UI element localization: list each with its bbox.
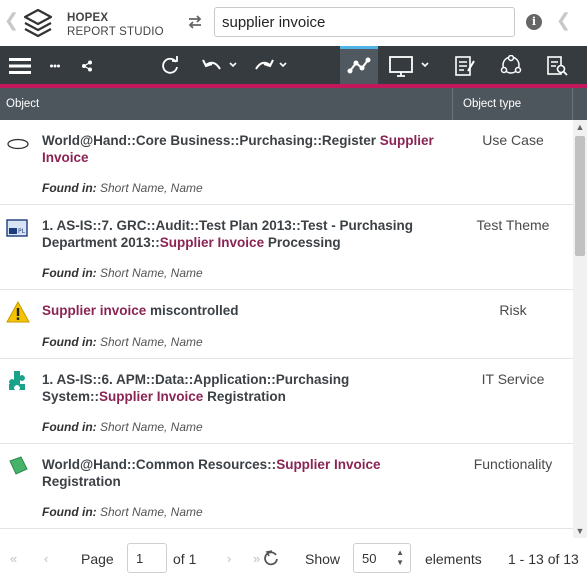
range-label: 1 - 13 of 13 [508,551,579,567]
page-size-value: 50 [362,551,377,566]
item-type: Test Theme [476,217,550,233]
item-type: Risk [499,302,527,318]
page-label: Page [81,551,114,567]
pagination-bar: « ‹ Page 1 of 1 › » Show 50 ▲ ▼ elements … [0,538,587,577]
network-icon[interactable] [494,46,528,86]
show-label: Show [305,551,341,567]
functionality-icon [9,456,28,475]
item-title[interactable]: World@Hand::Core Business::Purchasing::R… [42,132,442,166]
display-icon[interactable] [384,46,434,86]
prev-page-icon[interactable]: ‹ [44,551,48,566]
page-size-select[interactable]: 50 ▲ ▼ [353,543,411,573]
it-service-icon [9,371,25,390]
last-page-icon[interactable]: » [253,551,260,566]
found-in: Found in: Short Name, Name [42,505,203,519]
svg-text:PL: PL [18,228,26,235]
item-title[interactable]: 1. AS-IS::7. GRC::Audit::Test Plan 2013:… [42,217,442,251]
next-page-icon[interactable]: › [227,551,231,566]
list-item[interactable]: 1. AS-IS::6. APM::Data::Application::Pur… [0,359,573,444]
forward-nav-arrow[interactable]: ❮ [556,10,571,31]
column-separator[interactable] [572,88,573,120]
column-object-type[interactable]: Object type [463,98,521,110]
found-in: Found in: Short Name, Name [42,266,203,280]
elements-label: elements [425,551,482,567]
item-type: IT Service [481,371,545,387]
item-type: Use Case [482,132,544,148]
swap-icon[interactable] [186,13,204,31]
list-item[interactable]: World@Hand::Common Resources::Supplier I… [0,444,573,529]
app-header: ❮ HOPEX REPORT STUDIO i ❮ [0,0,587,46]
more-icon[interactable] [44,46,66,86]
list-item[interactable]: Supplier invoice miscontrolled Risk Foun… [0,290,573,359]
item-title[interactable]: World@Hand::Common Resources::Supplier I… [42,456,442,490]
found-in: Found in: Short Name, Name [42,181,203,195]
column-header: Object Object type [0,88,587,120]
found-in: Found in: Short Name, Name [42,420,203,434]
info-icon[interactable]: i [526,14,542,30]
list-item[interactable]: PL 1. AS-IS::7. GRC::Audit::Test Plan 20… [0,205,573,290]
report-icon[interactable] [448,46,482,86]
page-number-input[interactable]: 1 [127,543,167,573]
risk-icon [6,301,30,323]
column-separator[interactable] [452,88,453,120]
document-search-icon[interactable] [540,46,574,86]
brand-name: HOPEX REPORT STUDIO [67,11,164,39]
search-input[interactable] [214,7,515,37]
vertical-scrollbar[interactable]: ▲ ▼ [573,120,587,538]
scroll-thumb[interactable] [575,136,585,256]
toolbar [0,46,587,86]
item-title[interactable]: 1. AS-IS::6. APM::Data::Application::Pur… [42,371,442,405]
brand-line1: HOPEX [67,12,109,24]
undo-icon[interactable] [198,46,242,86]
first-page-icon[interactable]: « [10,551,17,566]
page-count: of 1 [173,551,197,567]
brand-line2: REPORT STUDIO [67,26,164,38]
back-nav-arrow[interactable]: ❮ [4,10,19,31]
item-title[interactable]: Supplier invoice miscontrolled [42,302,442,319]
stepper-arrows-icon[interactable]: ▲ ▼ [396,548,404,568]
scroll-up-arrow[interactable]: ▲ [573,122,587,132]
column-object[interactable]: Object [6,98,39,110]
test-theme-icon: PL [6,219,28,237]
item-type: Functionality [473,456,553,472]
list-item[interactable]: World@Hand::Core Business::Purchasing::R… [0,120,573,205]
reload-icon[interactable] [263,550,279,566]
graph-icon[interactable] [340,46,378,86]
share-icon[interactable] [76,46,98,86]
results-list: World@Hand::Core Business::Purchasing::R… [0,120,573,530]
hopex-logo [23,8,53,38]
menu-icon[interactable] [4,46,36,86]
use-case-icon [7,138,29,150]
redo-icon[interactable] [248,46,292,86]
scroll-down-arrow[interactable]: ▼ [573,526,587,536]
found-in: Found in: Short Name, Name [42,335,203,349]
refresh-icon[interactable] [156,46,184,86]
